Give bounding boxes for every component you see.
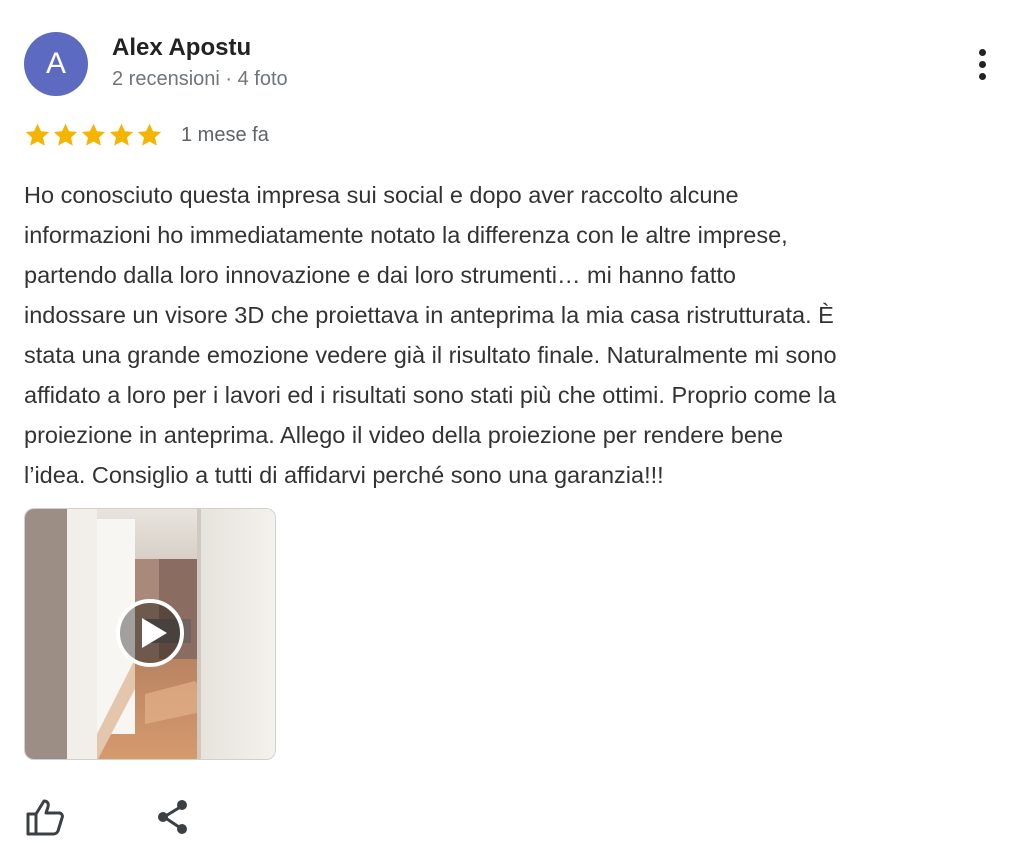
- star-icon: [109, 123, 134, 146]
- more-vertical-icon-dot: [978, 72, 986, 80]
- avatar[interactable]: A: [24, 32, 88, 96]
- star-rating: [24, 122, 163, 149]
- play-icon[interactable]: [115, 598, 185, 668]
- star-icon: [137, 123, 162, 146]
- author-name[interactable]: Alex Apostu: [112, 34, 251, 62]
- rating-row: 1 mese fa: [24, 120, 269, 150]
- review-date: 1 mese fa: [181, 123, 269, 146]
- share-icon[interactable]: [152, 796, 194, 838]
- thumbs-up-icon[interactable]: [24, 796, 66, 838]
- review-card: A Alex Apostu 2 recensioni · 4 foto 1 me…: [0, 0, 1024, 868]
- star-icon: [25, 123, 50, 146]
- star-icon: [53, 123, 78, 146]
- review-text: Ho conosciuto questa impresa sui social …: [24, 182, 837, 488]
- video-thumbnail[interactable]: [24, 508, 276, 760]
- more-vertical-icon: [978, 48, 986, 56]
- star-icon: [81, 123, 106, 146]
- more-options-button[interactable]: [962, 42, 1002, 86]
- more-vertical-icon-dot: [978, 60, 986, 68]
- author-meta: 2 recensioni · 4 foto: [112, 68, 288, 90]
